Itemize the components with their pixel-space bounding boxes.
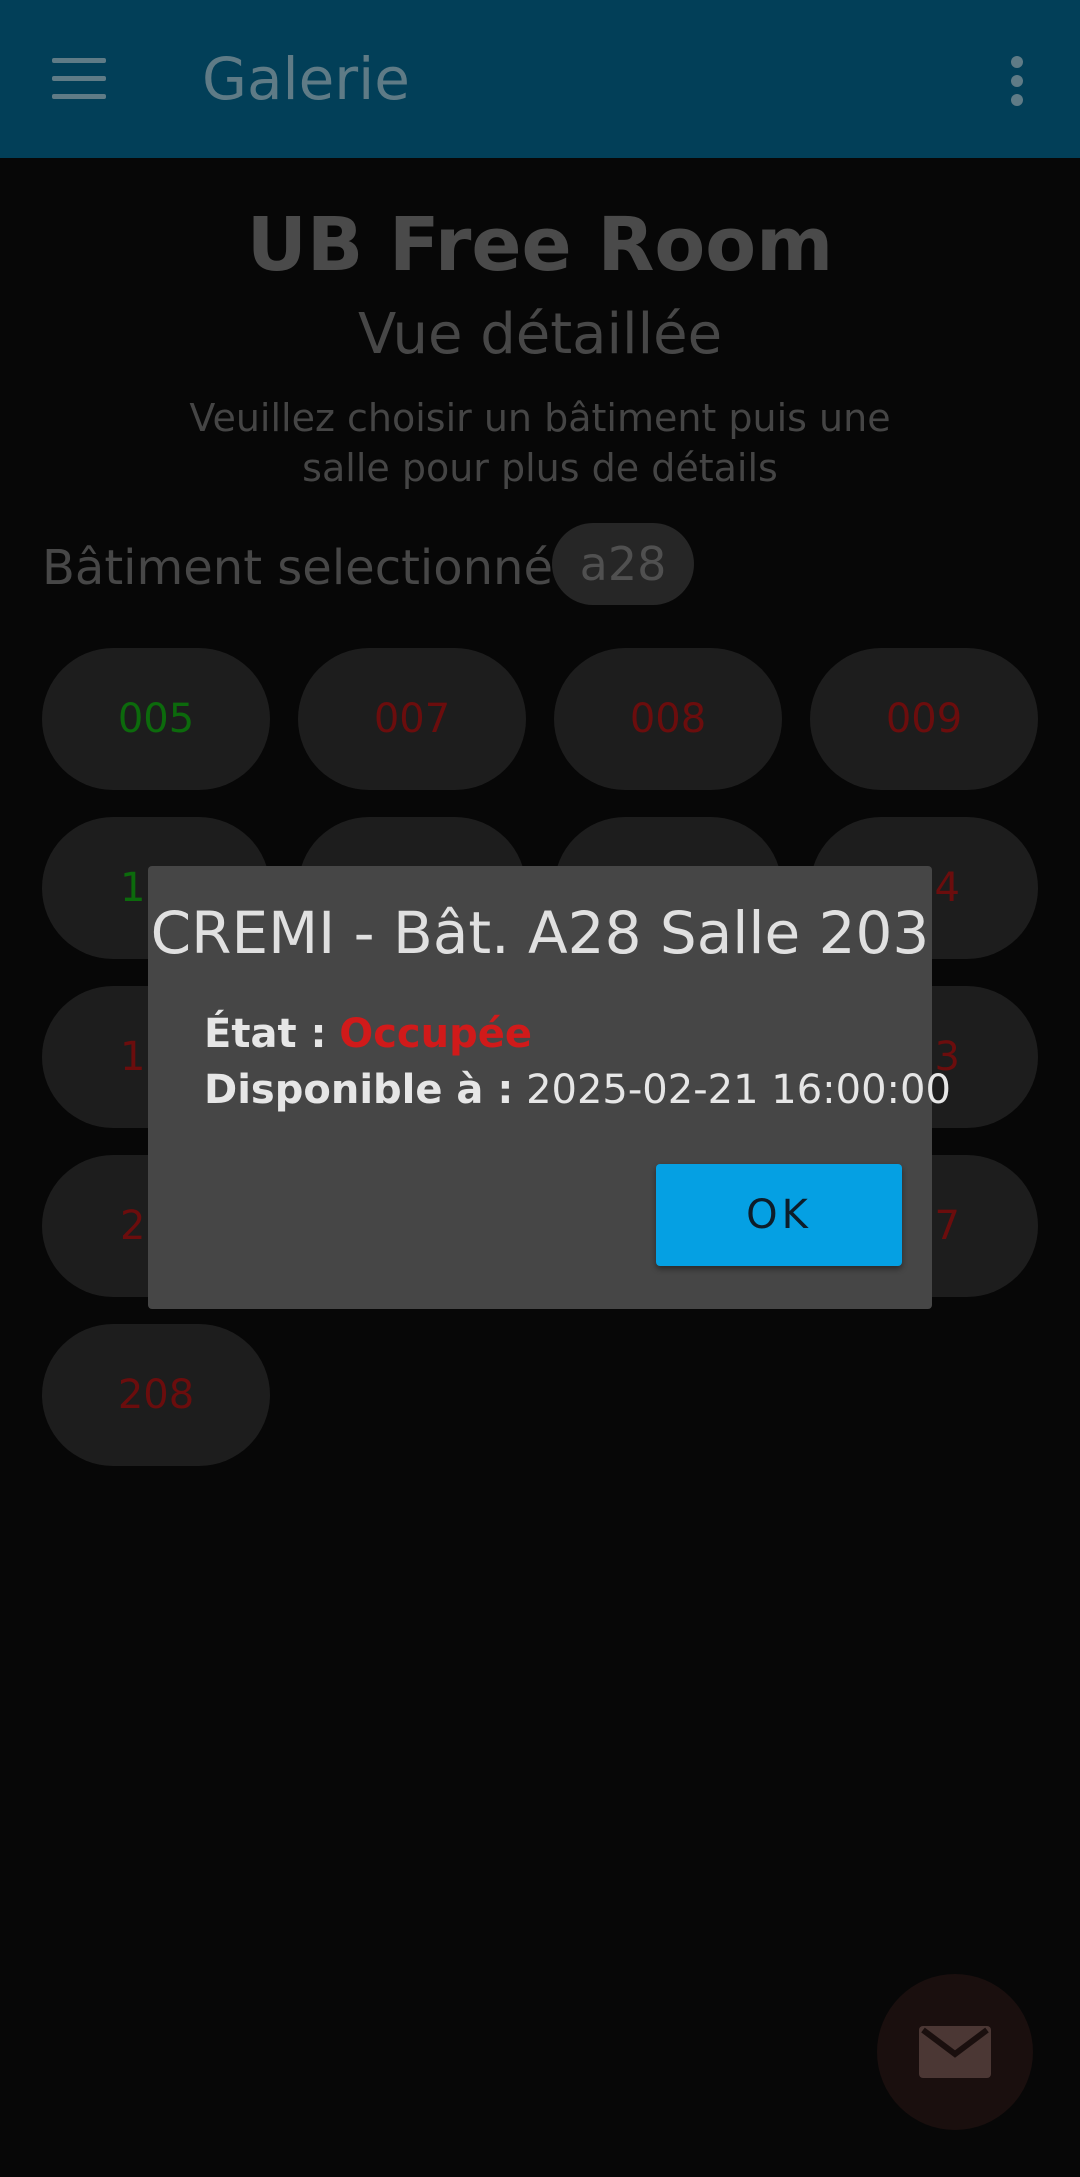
room-button[interactable]: 005: [42, 648, 270, 790]
room-label: 7: [934, 1203, 960, 1249]
app-bar-title: Galerie: [202, 45, 410, 113]
room-label: 208: [117, 1372, 195, 1418]
app-bar: Galerie: [0, 0, 1080, 158]
room-label: 005: [117, 696, 195, 742]
room-button[interactable]: 008: [554, 648, 782, 790]
room-button[interactable]: 007: [298, 648, 526, 790]
room-label: 009: [885, 696, 963, 742]
state-value: Occupée: [339, 1011, 532, 1057]
room-label: 2: [120, 1203, 146, 1249]
building-label: Bâtiment selectionné :: [42, 540, 585, 596]
room-label: 008: [629, 696, 707, 742]
instructions-text: Veuillez choisir un bâtiment puis une sa…: [189, 396, 891, 490]
availability-row: Disponible à : 2025-02-21 16:00:00: [204, 1064, 951, 1116]
building-chip[interactable]: a28: [552, 523, 694, 605]
room-button[interactable]: 009: [810, 648, 1038, 790]
dialog-title: CREMI - Bât. A28 Salle 203: [150, 899, 930, 967]
availability-value: 2025-02-21 16:00:00: [526, 1067, 951, 1113]
mail-fab-button[interactable]: [877, 1974, 1033, 2130]
state-label: État :: [204, 1011, 327, 1057]
more-vertical-icon[interactable]: [1006, 54, 1030, 108]
hamburger-menu-icon[interactable]: [52, 58, 106, 100]
room-detail-dialog: CREMI - Bât. A28 Salle 203 État : Occupé…: [148, 866, 951, 1309]
room-label: 007: [373, 696, 451, 742]
room-label: 1: [120, 1034, 146, 1080]
page-title: UB Free Room: [246, 202, 834, 288]
mail-icon: [919, 2026, 991, 2078]
availability-label: Disponible à :: [204, 1067, 514, 1113]
page-subtitle: Vue détaillée: [357, 302, 723, 367]
room-button[interactable]: 208: [42, 1324, 270, 1466]
ok-button[interactable]: OK: [656, 1164, 902, 1266]
state-row: État : Occupée: [204, 1008, 532, 1060]
